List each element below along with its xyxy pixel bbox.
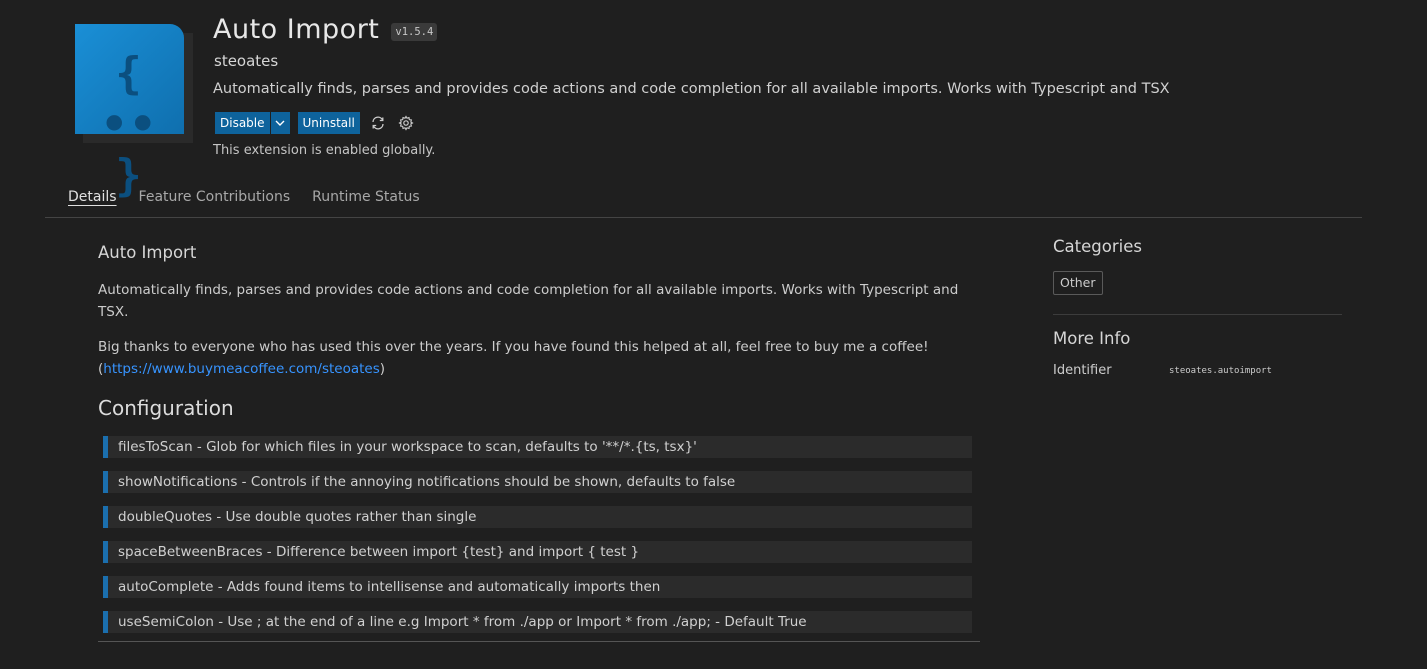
more-info-heading: More Info <box>1053 329 1131 348</box>
extension-title: Auto Import <box>213 14 380 45</box>
action-bar: Disable Uninstall <box>215 112 416 134</box>
config-item: useSemiColon - Use ; at the end of a lin… <box>103 611 972 633</box>
readme-paragraph: Automatically finds, parses and provides… <box>98 282 959 320</box>
coffee-link[interactable]: https://www.buymeacoffee.com/steoates <box>103 361 379 377</box>
enabled-status: This extension is enabled globally. <box>213 143 436 158</box>
config-item: doubleQuotes - Use double quotes rather … <box>103 506 972 528</box>
identifier-label: Identifier <box>1053 363 1112 378</box>
tabs-divider <box>45 217 1362 218</box>
identifier-value: steoates.autoimport <box>1169 366 1272 376</box>
disable-split-button: Disable <box>215 112 290 134</box>
publisher-name[interactable]: steoates <box>214 52 278 70</box>
disable-dropdown-button[interactable] <box>270 112 290 134</box>
configuration-heading: Configuration <box>98 396 234 420</box>
sidebar-divider <box>1053 314 1342 315</box>
settings-button[interactable] <box>396 113 416 133</box>
config-item: filesToScan - Glob for which files in yo… <box>103 436 972 458</box>
categories-heading: Categories <box>1053 237 1142 256</box>
config-item: spaceBetweenBraces - Difference between … <box>103 541 972 563</box>
detail-tabs: Details Feature Contributions Runtime St… <box>68 189 442 208</box>
tab-details[interactable]: Details <box>68 189 117 208</box>
config-item: autoComplete - Adds found items to intel… <box>103 576 972 598</box>
title-row: Auto Import v1.5.4 <box>213 14 438 45</box>
version-badge: v1.5.4 <box>391 22 438 41</box>
sync-button[interactable] <box>368 113 388 133</box>
sync-icon <box>372 116 384 130</box>
readme-thanks-paragraph: Big thanks to everyone who has used this… <box>98 336 968 380</box>
extension-header: { •• } Auto Import v1.5.4 steoates Autom… <box>0 0 1427 217</box>
tab-feature-contributions[interactable]: Feature Contributions <box>139 189 291 208</box>
paren-close: ) <box>379 361 386 377</box>
extension-description: Automatically finds, parses and provides… <box>213 81 1170 97</box>
chevron-down-icon <box>275 120 285 126</box>
tab-runtime-status[interactable]: Runtime Status <box>312 189 420 208</box>
readme-divider <box>98 641 980 642</box>
readme-heading: Auto Import <box>98 243 197 262</box>
uninstall-button[interactable]: Uninstall <box>297 112 360 134</box>
extension-logo: { •• } <box>75 24 193 201</box>
logo-plate: { •• } <box>75 24 184 201</box>
config-item: showNotifications - Controls if the anno… <box>103 471 972 493</box>
category-badge[interactable]: Other <box>1053 271 1103 295</box>
thanks-text: Big thanks to everyone who has used this… <box>98 339 929 355</box>
braces-icon: { •• } <box>101 48 158 201</box>
disable-button[interactable]: Disable <box>215 112 270 134</box>
gear-icon <box>398 115 414 131</box>
